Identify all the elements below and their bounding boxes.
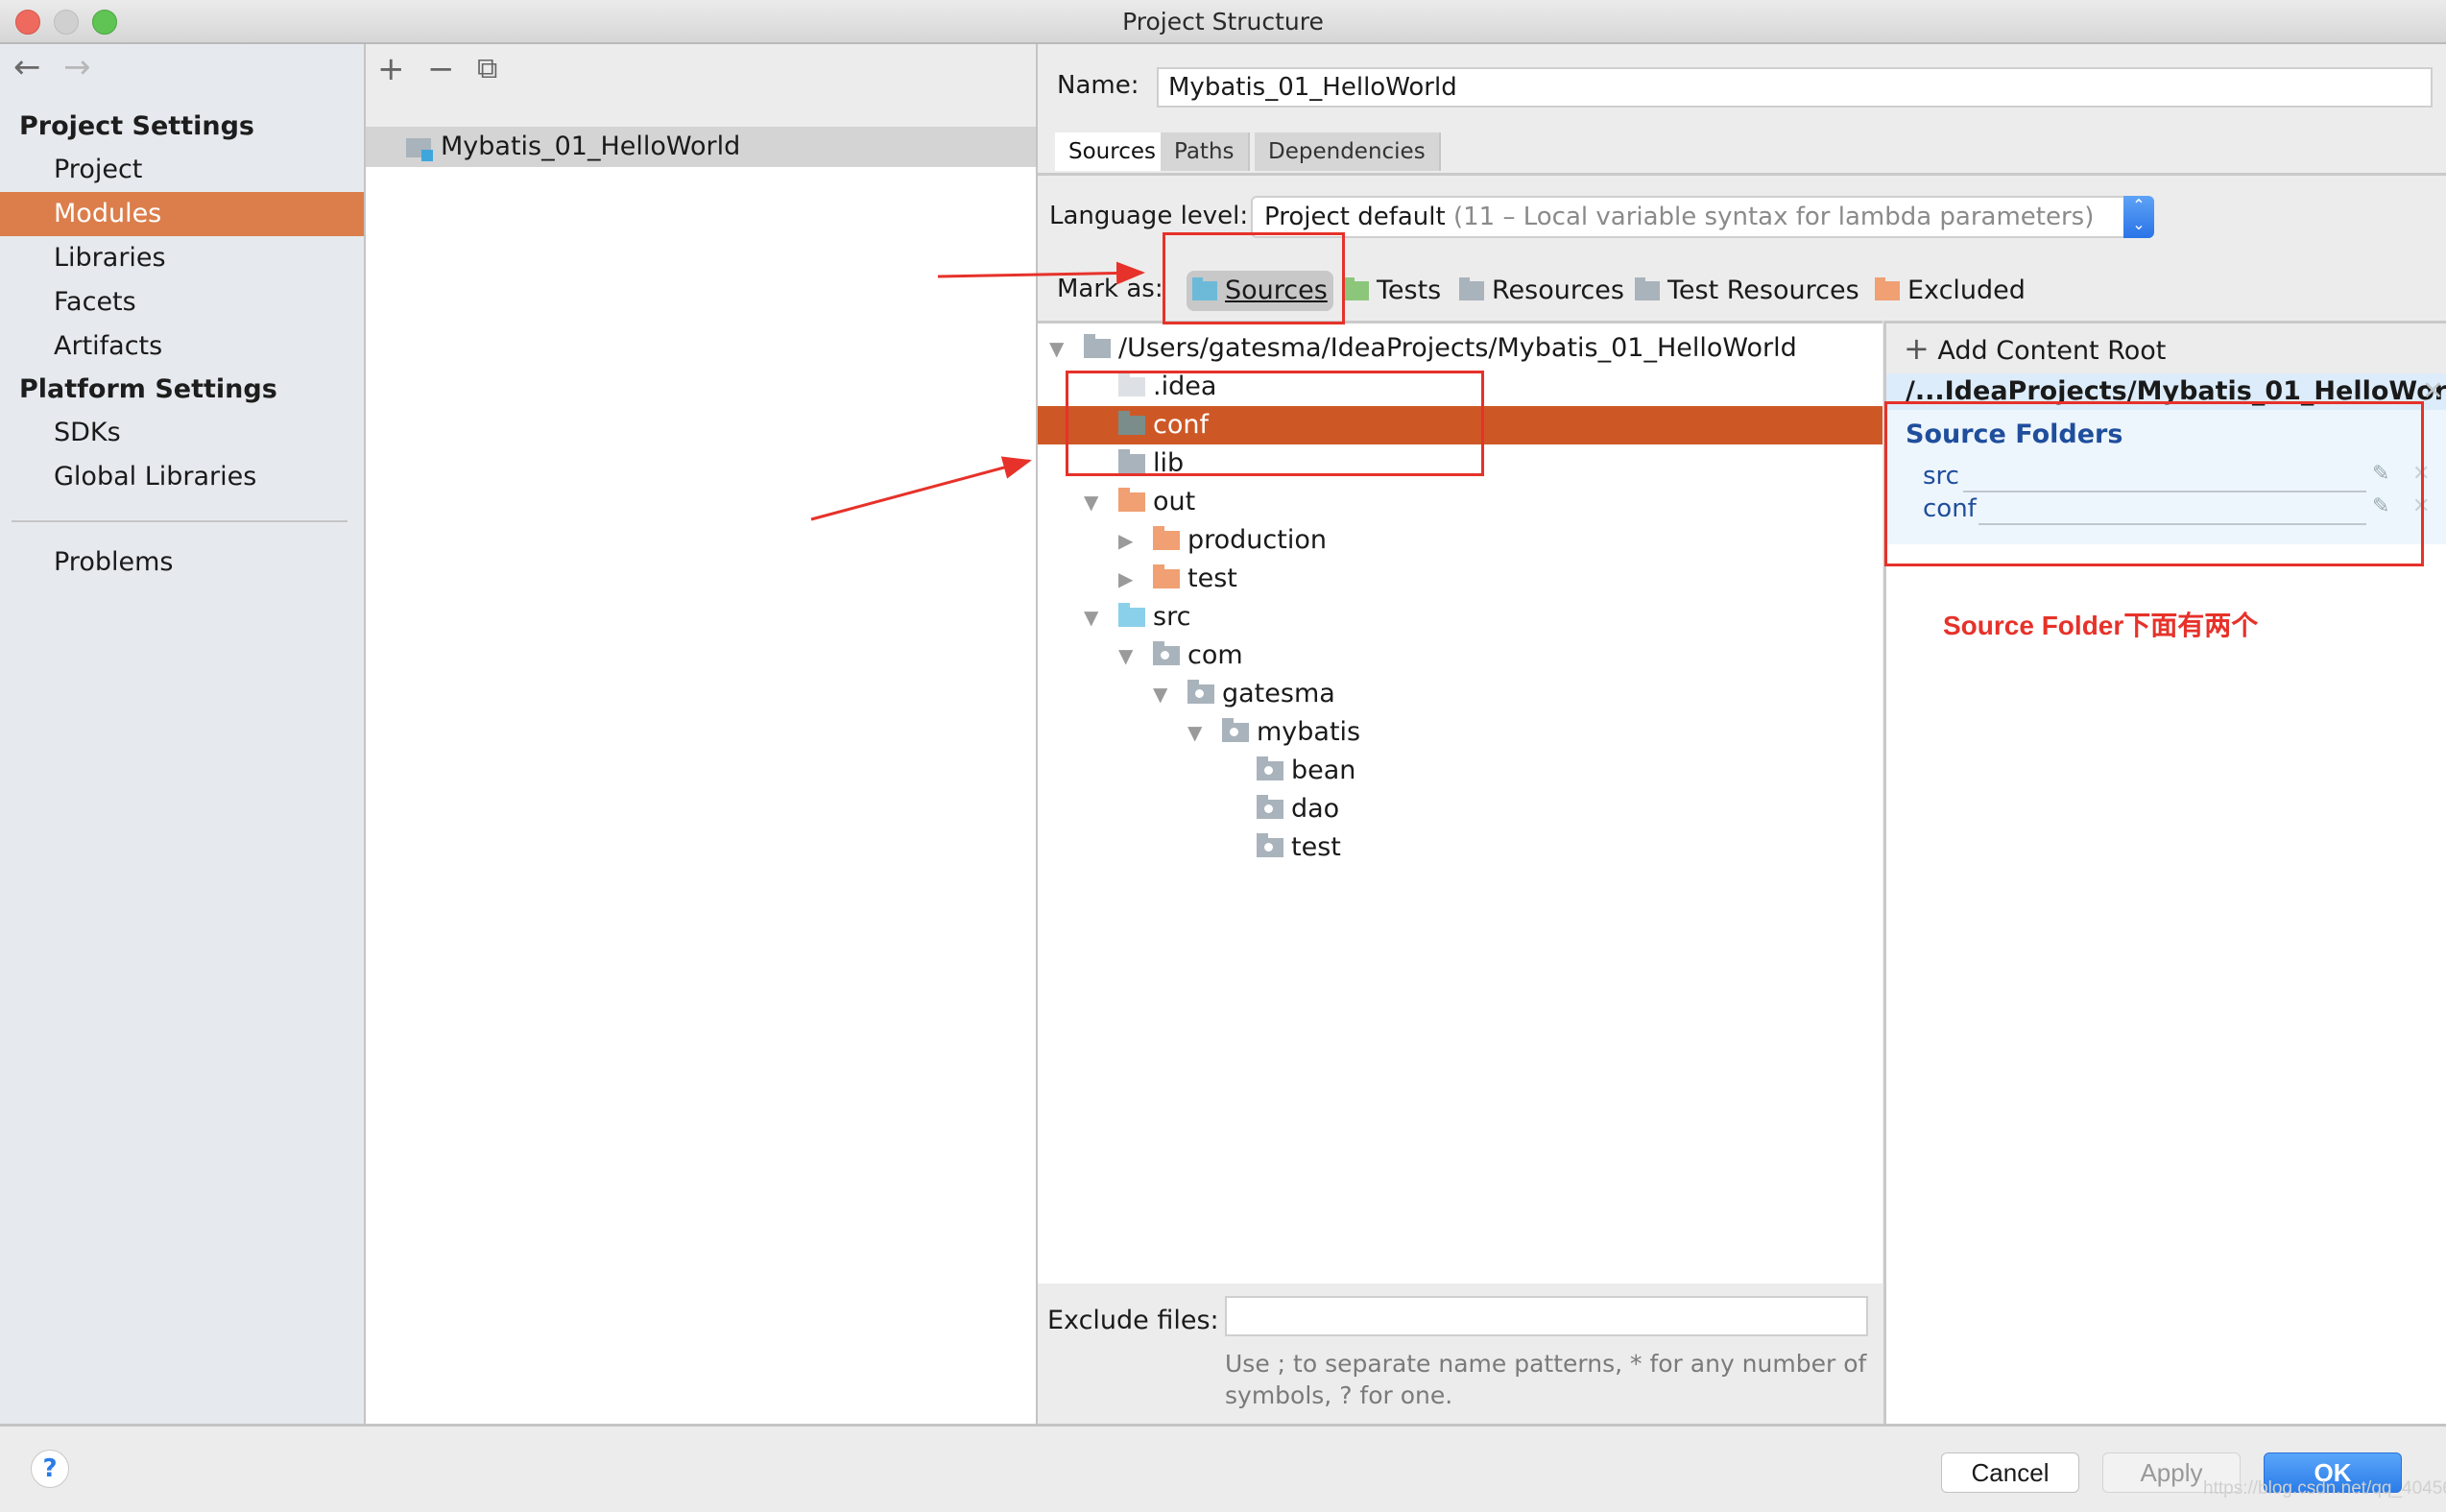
watermark: https://blog.csdn.net/qq_40456064 xyxy=(2203,1478,2446,1499)
annotation-note: Source Folder下面有两个 xyxy=(1943,611,2259,640)
arrow-to-sources xyxy=(937,261,1145,285)
arrow-to-conf xyxy=(810,456,1032,521)
annotation-arrows xyxy=(810,261,1145,521)
